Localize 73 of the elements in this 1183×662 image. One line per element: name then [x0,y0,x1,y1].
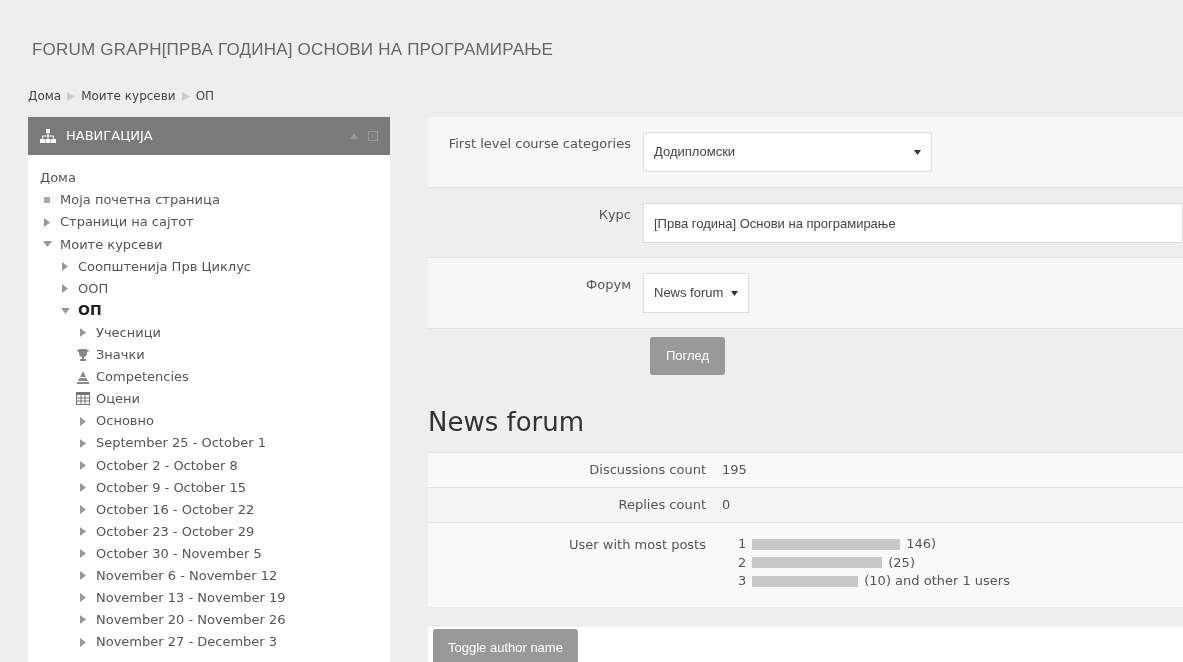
breadcrumb-separator-icon [181,91,190,101]
breadcrumb-link[interactable]: Дома [28,87,62,105]
nav-item[interactable]: October 2 - October 8 [96,455,238,475]
field-label: First level course categories [447,135,631,153]
nav-item[interactable]: Моите курсеви [60,234,163,255]
collapse-arrow-icon[interactable] [350,133,358,139]
nav-item[interactable]: November 13 - November 19 [96,588,286,608]
nav-item[interactable]: Основно [96,411,154,431]
collapsed-arrow-icon [80,637,86,647]
pyramid-icon [76,369,90,384]
breadcrumb-separator-icon [67,91,76,101]
post-count: (25) [888,553,915,572]
dock-icon[interactable] [368,131,378,141]
nav-item[interactable]: Учесници [96,322,161,343]
collapsed-arrow-icon [62,284,68,293]
nav-item[interactable]: September 25 - October 1 [96,433,266,453]
rank-number: 1 [738,535,747,553]
breadcrumb-link[interactable]: ОП [195,87,215,105]
collapsed-arrow-icon [80,571,86,581]
collapsed-arrow-icon [62,261,68,271]
stat-value: 195 [722,461,747,480]
rank-number: 2 [738,553,747,572]
nav-item[interactable]: October 9 - October 15 [96,477,247,498]
nav-item[interactable]: ОП [78,300,102,322]
stat-value: 0 [722,496,731,515]
nav-item[interactable]: October 23 - October 29 [96,521,255,542]
nav-item[interactable]: Страници на сајтот [60,212,194,232]
nav-item[interactable]: November 6 - November 12 [96,566,278,586]
collapsed-arrow-icon [80,460,86,470]
navigation-title: НАВИГАЦИЈА [66,127,154,146]
rank-number: 3 [738,572,747,590]
square-bullet-icon [44,197,50,204]
post-count: 146) [906,535,937,553]
stat-label: Discussions count [588,461,706,480]
expanded-arrow-icon [42,241,52,248]
course-input[interactable]: [Прва година] Основи на програмирање [643,203,1183,243]
page-title: FORUM GRAPH[ПРВА ГОДИНА] ОСНОВИ НА ПРОГРАМИРАЊЕ [32,39,555,61]
stat-label: User with most posts [568,536,706,554]
nav-item[interactable]: November 20 - November 26 [96,610,286,630]
collapsed-arrow-icon [80,438,86,448]
trophy-icon [76,347,90,362]
forum-select[interactable]: News forum [643,273,749,313]
collapsed-arrow-icon [80,615,86,625]
collapsed-arrow-icon [80,593,86,603]
dropdown-caret-icon [914,149,921,155]
forum-heading: News forum [428,406,586,439]
sitemap-icon [40,129,56,143]
collapsed-arrow-icon [80,549,86,559]
expanded-arrow-icon [60,307,70,314]
category-select[interactable]: Додипломски [643,132,932,172]
collapsed-arrow-icon [80,527,86,537]
nav-item[interactable]: October 16 - October 22 [96,499,255,520]
table-icon [76,392,90,406]
collapsed-arrow-icon [80,482,86,492]
breadcrumb-link[interactable]: Моите курсеви [81,87,176,105]
nav-item[interactable]: Дома [40,168,76,188]
collapsed-arrow-icon [44,217,50,227]
post-count: (10) and other 1 users [864,572,1010,590]
nav-item[interactable]: Соопштенија Прв Циклус [78,256,251,277]
field-label: Форум [585,276,631,294]
dropdown-caret-icon [731,290,738,296]
collapsed-arrow-icon [80,328,86,338]
nav-item[interactable]: Моја почетна страница [60,190,220,210]
nav-item[interactable]: Значки [96,345,145,365]
nav-item[interactable]: Competencies [96,367,189,387]
collapsed-arrow-icon [80,416,86,426]
stat-label: Replies count [617,496,706,515]
field-label: Курс [597,206,631,224]
nav-item[interactable]: Оцени [96,389,141,409]
nav-item[interactable]: November 27 - December 3 [96,632,278,652]
nav-item[interactable]: ООП [78,278,109,299]
collapsed-arrow-icon [80,504,86,514]
nav-item[interactable]: October 30 - November 5 [96,543,262,564]
